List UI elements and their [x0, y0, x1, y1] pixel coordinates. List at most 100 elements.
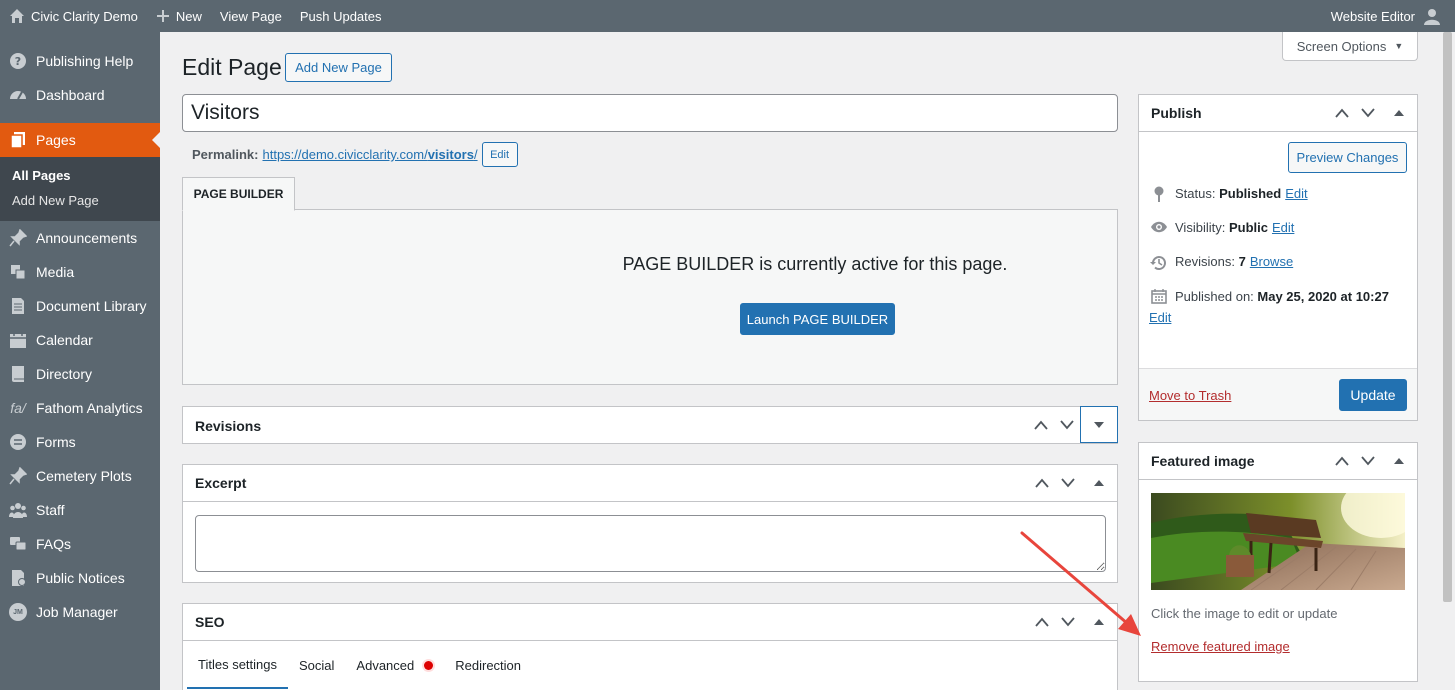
menu-public-notices[interactable]: Public Notices [0, 561, 160, 595]
faq-icon [8, 534, 28, 554]
tab-social[interactable]: Social [288, 641, 345, 689]
move-down-icon[interactable] [1055, 604, 1081, 640]
notice-icon [8, 568, 28, 588]
page-scrollbar[interactable] [1440, 32, 1455, 690]
permalink-link[interactable]: https://demo.civicclarity.com/visitors/ [262, 147, 477, 162]
user-account-menu[interactable]: Website Editor [1331, 7, 1455, 25]
revisions-metabox: Revisions [182, 406, 1118, 444]
new-label: New [175, 8, 202, 24]
move-down-icon[interactable] [1055, 465, 1081, 501]
published-on-value: May 25, 2020 at 10:27 [1257, 288, 1389, 304]
featured-handle-actions [1329, 443, 1417, 479]
publish-title: Publish [1151, 105, 1202, 121]
collapse-panel-icon[interactable] [1381, 95, 1417, 131]
view-page-link[interactable]: View Page [211, 0, 291, 32]
add-new-page-button[interactable]: Add New Page [285, 53, 392, 82]
remove-featured-image-link[interactable]: Remove featured image [1151, 639, 1290, 654]
media-icon [8, 262, 28, 282]
seo-header[interactable]: SEO [183, 604, 1117, 641]
excerpt-handle-actions [1029, 465, 1117, 501]
collapse-panel-icon[interactable] [1381, 443, 1417, 479]
collapse-panel-icon[interactable] [1081, 465, 1117, 501]
menu-publishing-help[interactable]: ? Publishing Help [0, 44, 160, 78]
document-icon [8, 296, 28, 316]
menu-staff[interactable]: Staff [0, 493, 160, 527]
page-title-input[interactable] [182, 94, 1118, 132]
caret-down-icon: ▼ [1394, 41, 1404, 51]
menu-faqs[interactable]: FAQs [0, 527, 160, 561]
revisions-handle-actions [1028, 406, 1118, 443]
fathom-icon: fa/ [10, 400, 26, 416]
jm-glyph: JM [9, 603, 27, 621]
visibility-row: Visibility: Public Edit [1149, 220, 1294, 235]
menu-forms[interactable]: Forms [0, 425, 160, 459]
featured-image-thumbnail[interactable] [1151, 493, 1405, 590]
move-to-trash-link[interactable]: Move to Trash [1149, 388, 1231, 403]
view-page-label: View Page [219, 8, 282, 24]
help-icon: ? [8, 51, 28, 71]
menu-label: Calendar [36, 332, 93, 348]
edit-status-link[interactable]: Edit [1285, 186, 1307, 201]
move-up-icon[interactable] [1029, 604, 1055, 640]
move-down-icon[interactable] [1054, 407, 1080, 443]
seo-tabs: Titles settings Social Advanced Redirect… [183, 641, 1117, 689]
new-content-link[interactable]: New [147, 0, 211, 32]
move-up-icon[interactable] [1329, 443, 1355, 479]
menu-label: Document Library [36, 298, 147, 314]
menu-label: FAQs [36, 536, 72, 552]
permalink-slug: visitors [427, 147, 474, 162]
status-label: Status: [1175, 186, 1216, 201]
avatar-icon [1424, 9, 1440, 25]
svg-text:?: ? [15, 55, 21, 68]
pages-icon [8, 130, 28, 150]
screen-options-label: Screen Options [1296, 38, 1387, 54]
excerpt-header[interactable]: Excerpt [183, 465, 1117, 502]
menu-media[interactable]: Media [0, 255, 160, 289]
menu-calendar[interactable]: Calendar [0, 323, 160, 357]
menu-announcements[interactable]: Announcements [0, 221, 160, 255]
submenu-add-new-page[interactable]: Add New Page [0, 188, 160, 213]
launch-page-builder-button[interactable]: Launch PAGE BUILDER [740, 303, 895, 335]
menu-job-manager[interactable]: JM Job Manager [0, 595, 160, 629]
move-up-icon[interactable] [1029, 465, 1055, 501]
menu-fathom-analytics[interactable]: fa/ Fathom Analytics [0, 391, 160, 425]
push-updates-link[interactable]: Push Updates [291, 0, 391, 32]
scrollbar-thumb[interactable] [1443, 32, 1452, 602]
tab-titles-settings[interactable]: Titles settings [187, 641, 288, 689]
move-up-icon[interactable] [1329, 95, 1355, 131]
tab-advanced[interactable]: Advanced [345, 641, 444, 689]
toggle-panel-icon[interactable] [1080, 406, 1118, 443]
edit-visibility-link[interactable]: Edit [1272, 220, 1294, 235]
dashboard-icon [8, 85, 28, 105]
update-button[interactable]: Update [1339, 379, 1407, 411]
preview-changes-button[interactable]: Preview Changes [1288, 142, 1407, 173]
menu-label: Media [36, 264, 75, 280]
edit-publish-date-link[interactable]: Edit [1149, 310, 1171, 325]
menu-pages[interactable]: Pages [0, 123, 160, 157]
browse-revisions-link[interactable]: Browse [1250, 254, 1293, 269]
move-up-icon[interactable] [1028, 407, 1054, 443]
menu-cemetery-plots[interactable]: Cemetery Plots [0, 459, 160, 493]
publish-header[interactable]: Publish [1139, 95, 1417, 132]
revisions-title: Revisions [195, 417, 262, 434]
move-down-icon[interactable] [1355, 95, 1381, 131]
screen-options-button[interactable]: Screen Options ▼ [1282, 32, 1418, 61]
featured-image-caption: Click the image to edit or update [1151, 606, 1338, 621]
push-updates-label: Push Updates [299, 8, 382, 24]
page-builder-message: PAGE BUILDER is currently active for thi… [622, 254, 1008, 274]
move-down-icon[interactable] [1355, 443, 1381, 479]
tab-page-builder[interactable]: PAGE BUILDER [182, 177, 295, 211]
menu-document-library[interactable]: Document Library [0, 289, 160, 323]
permalink-edit-button[interactable]: Edit [481, 142, 518, 167]
featured-image-header[interactable]: Featured image [1139, 443, 1417, 480]
site-name-link[interactable]: Civic Clarity Demo [0, 0, 147, 32]
menu-dashboard[interactable]: Dashboard [0, 78, 160, 112]
excerpt-textarea[interactable] [195, 515, 1106, 572]
admin-bar: Civic Clarity Demo New View Page Push Up… [0, 0, 1455, 32]
revisions-header[interactable]: Revisions [183, 406, 1118, 444]
tab-redirection[interactable]: Redirection [444, 641, 532, 689]
collapse-panel-icon[interactable] [1081, 604, 1117, 640]
menu-directory[interactable]: Directory [0, 357, 160, 391]
submenu-all-pages[interactable]: All Pages [0, 163, 160, 188]
revisions-row: Revisions: 7 Browse [1149, 254, 1293, 272]
